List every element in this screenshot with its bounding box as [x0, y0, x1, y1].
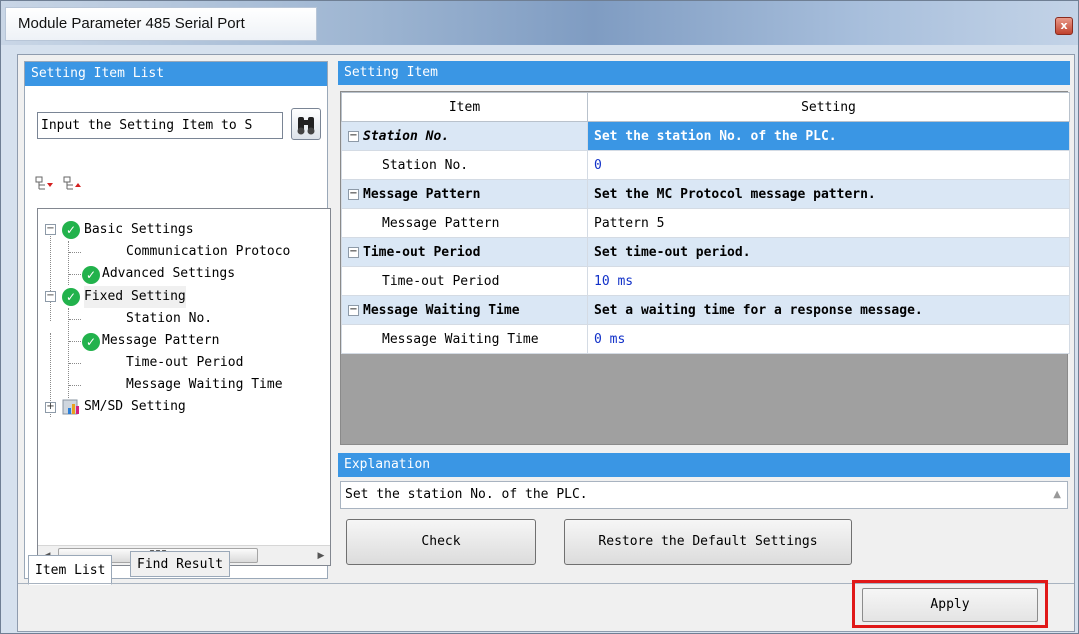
tree-expander-basic-settings[interactable]: − [45, 224, 56, 235]
table-row[interactable]: − Time-out Period Set time-out period. [341, 237, 1070, 267]
table-row[interactable]: − Station No. Set the station No. of the … [341, 121, 1070, 151]
tree-item-fixed-setting[interactable]: Fixed Setting [84, 286, 186, 308]
search-button[interactable] [291, 108, 321, 140]
setting-tree[interactable]: − ✓ Basic Settings Communication Protoco… [37, 208, 331, 566]
row-item-label: Time-out Period [341, 266, 588, 296]
collapse-icon[interactable]: − [348, 130, 359, 142]
collapse-icon[interactable]: − [348, 188, 359, 200]
row-setting-value[interactable]: Pattern 5 [587, 208, 1070, 238]
scroll-up-icon[interactable]: ▲ [1053, 482, 1061, 508]
title-bar[interactable]: Module Parameter 485 Serial Port x [1, 1, 1078, 45]
check-icon: ✓ [82, 266, 100, 284]
collapse-all-icon[interactable] [63, 176, 83, 192]
row-setting-text: Set the station No. of the PLC. [587, 121, 1070, 151]
row-setting-value[interactable]: 0 ms [587, 324, 1070, 354]
explanation-content: Set the station No. of the PLC. [345, 487, 588, 502]
row-setting-text: Set time-out period. [587, 237, 1070, 267]
table-row[interactable]: Time-out Period 10 ms [341, 266, 1070, 296]
tree-item-message-waiting-time[interactable]: Message Waiting Time [126, 374, 283, 396]
chart-icon [62, 399, 79, 415]
collapse-icon[interactable]: − [348, 304, 359, 316]
row-item-label: Message Waiting Time [363, 302, 520, 318]
search-input[interactable]: Input the Setting Item to S [37, 112, 283, 139]
row-item-label: Time-out Period [363, 244, 481, 260]
table-row[interactable]: − Message Waiting Time Set a waiting time… [341, 295, 1070, 325]
row-item-label: Message Pattern [363, 186, 481, 202]
collapse-icon[interactable]: − [348, 246, 359, 258]
row-item-label: Message Waiting Time [341, 324, 588, 354]
tree-item-message-pattern[interactable]: Message Pattern [102, 330, 219, 352]
row-item-label: Station No. [341, 150, 588, 180]
check-icon: ✓ [62, 288, 80, 306]
check-button[interactable]: Check [346, 519, 536, 565]
close-button[interactable]: x [1055, 17, 1073, 35]
table-row[interactable]: − Message Pattern Set the MC Protocol mes… [341, 179, 1070, 209]
setting-grid[interactable]: Item Setting − Station No. Set the statio… [340, 91, 1070, 445]
setting-item-list-header: Setting Item List [25, 62, 327, 86]
row-setting-value[interactable]: 0 [587, 150, 1070, 180]
explanation-text: Set the station No. of the PLC. ▲ [340, 481, 1068, 509]
tab-find-result[interactable]: Find Result [130, 551, 231, 577]
tree-item-sm-sd-setting[interactable]: SM/SD Setting [84, 396, 186, 418]
window-title: Module Parameter 485 Serial Port [5, 7, 317, 41]
restore-default-settings-button[interactable]: Restore the Default Settings [564, 519, 852, 565]
row-setting-text: Set a waiting time for a response messag… [587, 295, 1070, 325]
check-icon: ✓ [62, 221, 80, 239]
dialog-window: Module Parameter 485 Serial Port x Setti… [0, 0, 1079, 634]
expand-all-icon[interactable] [35, 176, 55, 192]
tree-item-communication-protocol[interactable]: Communication Protoco [126, 241, 290, 263]
table-row[interactable]: Message Waiting Time 0 ms [341, 324, 1070, 354]
settings-table: Item Setting − Station No. Set the statio… [341, 92, 1070, 354]
tree-expander-fixed-setting[interactable]: − [45, 291, 56, 302]
table-row[interactable]: Message Pattern Pattern 5 [341, 208, 1070, 238]
explanation-header: Explanation [338, 453, 1070, 477]
tree-item-basic-settings[interactable]: Basic Settings [84, 219, 194, 241]
tree-item-advanced-settings[interactable]: Advanced Settings [102, 263, 235, 285]
dialog-client-area: Setting Item List Input the Setting Item… [17, 54, 1075, 632]
column-header-setting[interactable]: Setting [587, 92, 1070, 122]
check-icon: ✓ [82, 333, 100, 351]
tree-item-station-no[interactable]: Station No. [126, 308, 212, 330]
row-item-label: Message Pattern [341, 208, 588, 238]
apply-button[interactable]: Apply [862, 588, 1038, 622]
setting-item-list-panel: Setting Item List Input the Setting Item… [24, 61, 331, 579]
tree-item-time-out-period[interactable]: Time-out Period [126, 352, 243, 374]
table-row[interactable]: Station No. 0 [341, 150, 1070, 180]
setting-item-header: Setting Item [338, 61, 1070, 85]
tree-expander-sm-sd-setting[interactable]: + [45, 402, 56, 413]
row-setting-value[interactable]: 10 ms [587, 266, 1070, 296]
tab-item-list[interactable]: Item List [28, 555, 113, 585]
scroll-right-icon[interactable]: ▶ [312, 546, 330, 565]
row-item-label: Station No. [363, 128, 450, 144]
row-setting-text: Set the MC Protocol message pattern. [587, 179, 1070, 209]
column-header-item[interactable]: Item [341, 92, 588, 122]
binoculars-icon [297, 117, 315, 135]
